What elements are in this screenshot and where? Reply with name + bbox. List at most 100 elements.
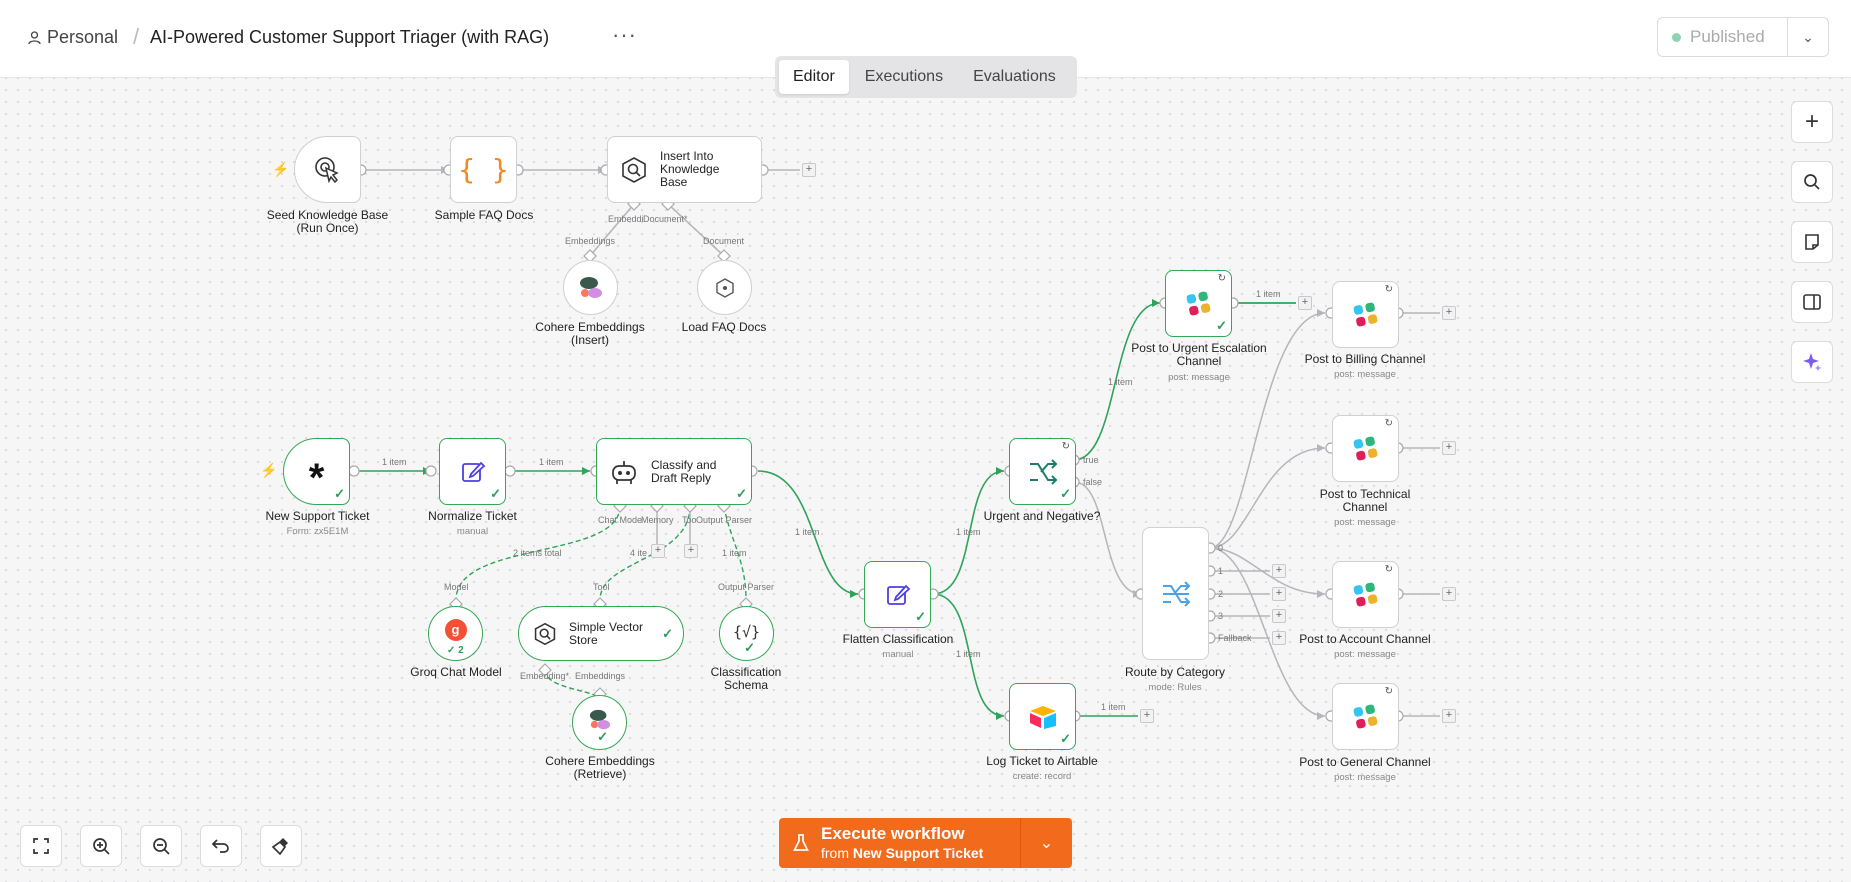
zoom-in-button[interactable] <box>80 825 122 867</box>
publish-status-button[interactable]: Published ⌄ <box>1657 17 1829 57</box>
switch-route-icon <box>1162 580 1190 607</box>
tab-editor[interactable]: Editor <box>779 60 849 94</box>
add-node-plus[interactable]: + <box>802 163 816 177</box>
cohere-icon <box>579 276 602 298</box>
sticky-note-button[interactable] <box>1791 221 1833 263</box>
flask-icon <box>793 834 809 851</box>
handle-label: Tool <box>593 582 610 592</box>
add-memory-plus[interactable]: + <box>651 544 665 558</box>
success-check-icon: ✓ <box>597 729 608 744</box>
node-classification-schema[interactable]: {√} ✓ <box>719 606 774 661</box>
node-post-account[interactable]: ↻ <box>1332 561 1399 628</box>
handle-label: Embeddi <box>608 214 644 224</box>
cursor-click-icon <box>314 156 339 183</box>
add-node-plus[interactable]: + <box>1442 306 1456 320</box>
route-output-label: 0 <box>1218 543 1224 553</box>
node-label: New Support Ticket <box>265 509 370 523</box>
edit-pen-icon <box>461 461 485 482</box>
trigger-bolt-icon: ⚡ <box>260 462 278 478</box>
add-node-plus[interactable]: + <box>1272 564 1286 578</box>
add-tool-plus[interactable]: + <box>684 544 698 558</box>
add-node-plus[interactable]: + <box>1442 441 1456 455</box>
slack-icon <box>1186 291 1211 316</box>
node-groq-chat-model[interactable]: g ✓ 2 <box>428 606 483 661</box>
pinned-refresh-icon: ↻ <box>1217 273 1226 284</box>
add-node-plus[interactable]: + <box>1272 609 1286 623</box>
execute-workflow-button[interactable]: Execute workflow from New Support Ticket… <box>779 818 1072 868</box>
node-seed-knowledge-base[interactable] <box>294 136 361 203</box>
toggle-panel-button[interactable] <box>1791 281 1833 323</box>
route-output-label: 2 <box>1218 589 1224 599</box>
node-post-urgent-escalation[interactable]: ↻ ✓ <box>1165 270 1232 337</box>
node-label: Groq Chat Model <box>410 665 502 679</box>
node-subtitle: manual <box>882 649 914 660</box>
zoom-out-button[interactable] <box>140 825 182 867</box>
add-node-plus[interactable]: + <box>1442 587 1456 601</box>
node-subtitle: post: message <box>1334 517 1396 528</box>
tab-evaluations[interactable]: Evaluations <box>959 60 1070 94</box>
route-output-label: 1 <box>1218 566 1224 576</box>
add-node-plus[interactable]: + <box>1298 296 1312 310</box>
sparkle-icon <box>1803 353 1821 371</box>
success-check-icon: ✓ <box>1060 486 1071 501</box>
workflow-title[interactable]: AI-Powered Customer Support Triager (wit… <box>150 27 549 48</box>
add-node-button[interactable]: + <box>1791 101 1833 143</box>
success-check-icon: ✓ <box>662 626 673 641</box>
node-subtitle: manual <box>456 526 489 537</box>
add-node-plus[interactable]: + <box>1272 631 1286 645</box>
execute-label: Execute workflow <box>821 824 965 843</box>
node-flatten-classification[interactable]: ✓ <box>864 561 931 628</box>
node-urgent-and-negative[interactable]: ↻ ✓ <box>1009 438 1076 505</box>
success-check-icon: ✓ <box>744 640 755 655</box>
node-label: Post to Account Channel <box>1299 632 1431 646</box>
view-tabs: Editor Executions Evaluations <box>775 56 1077 98</box>
edge-label: 2 items total <box>513 548 562 558</box>
node-label: Normalize Ticket <box>428 509 517 523</box>
edge-label: 4 ite <box>630 548 648 558</box>
node-normalize-ticket[interactable]: ✓ <box>439 438 506 505</box>
fit-view-button[interactable] <box>20 825 62 867</box>
search-nodes-button[interactable] <box>1791 161 1833 203</box>
pinned-refresh-icon: ↻ <box>1384 564 1393 575</box>
node-cohere-embeddings-insert[interactable] <box>563 260 618 315</box>
workflow-canvas[interactable]: 1 item 1 item 1 item 1 item 1 item 1 ite… <box>0 0 1851 882</box>
breadcrumb-workspace[interactable]: Personal <box>28 27 118 48</box>
node-new-support-ticket[interactable]: * ✓ <box>283 438 350 505</box>
fullscreen-icon <box>33 838 49 854</box>
if-branch-icon <box>1029 458 1057 485</box>
node-classify-and-draft-reply[interactable]: Classify and Draft Reply ✓ <box>596 438 752 505</box>
workflow-menu-button[interactable]: ··· <box>612 22 637 48</box>
node-log-ticket-airtable[interactable]: ✓ <box>1009 683 1076 750</box>
chevron-down-icon[interactable]: ⌄ <box>1787 18 1828 56</box>
edge-label: 1 item <box>795 527 820 537</box>
slack-icon <box>1353 436 1378 461</box>
undo-button[interactable] <box>200 825 242 867</box>
node-subtitle: post: message <box>1334 369 1396 380</box>
add-node-plus[interactable]: + <box>1140 709 1154 723</box>
execute-from-node: New Support Ticket <box>852 845 984 861</box>
edge-label: 1 item <box>722 548 747 558</box>
node-post-billing[interactable]: ↻ <box>1332 281 1399 348</box>
breadcrumb-separator: / <box>133 24 140 49</box>
node-label: Cohere Embeddings (Retrieve) <box>545 754 655 781</box>
node-route-by-category[interactable] <box>1142 527 1209 660</box>
node-load-faq-docs[interactable] <box>697 260 752 315</box>
add-node-plus[interactable]: + <box>1272 587 1286 601</box>
handle-label: Too <box>682 515 697 525</box>
ai-assistant-button[interactable] <box>1791 341 1833 383</box>
handle-label: Chat Mode <box>598 515 643 525</box>
node-insert-into-knowledge-base[interactable]: Insert Into Knowledge Base <box>607 136 762 203</box>
publish-status-label: Published <box>1690 27 1765 46</box>
node-cohere-embeddings-retrieve[interactable]: ✓ <box>572 695 627 750</box>
node-simple-vector-store[interactable]: Simple Vector Store ✓ <box>518 606 684 661</box>
add-node-plus[interactable]: + <box>1442 709 1456 723</box>
zoom-out-icon <box>152 837 170 855</box>
node-post-general[interactable]: ↻ <box>1332 683 1399 750</box>
node-post-technical[interactable]: ↻ <box>1332 415 1399 482</box>
node-sample-faq-docs[interactable]: { } <box>450 136 517 203</box>
tab-executions[interactable]: Executions <box>851 60 957 94</box>
tidy-up-button[interactable] <box>260 825 302 867</box>
execute-options-chevron-icon[interactable]: ⌄ <box>1021 818 1072 868</box>
node-label: Post to Billing Channel <box>1304 352 1426 366</box>
success-check-icon: ✓ <box>1216 318 1227 333</box>
